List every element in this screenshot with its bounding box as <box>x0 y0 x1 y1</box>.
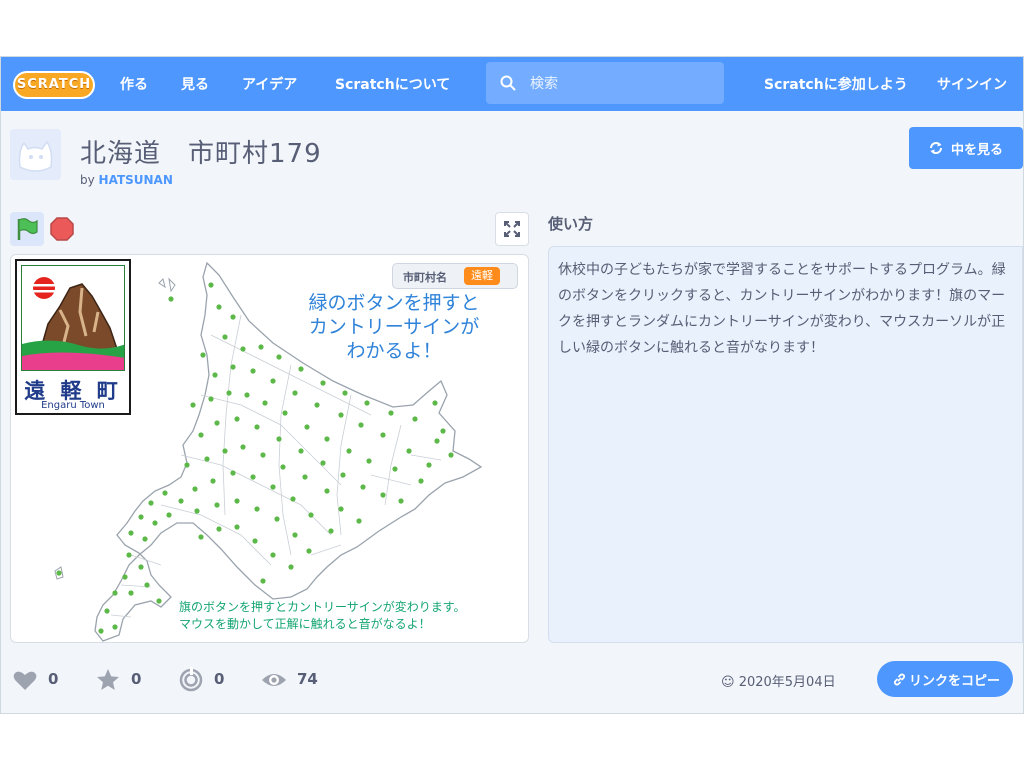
nav-explore[interactable]: 見る <box>181 74 209 94</box>
sign-in-link[interactable]: サインイン <box>937 74 1007 94</box>
fullscreen-button[interactable] <box>495 212 529 246</box>
see-inside-label: 中を見る <box>951 143 1004 158</box>
stage-hint-sub: 旗のボタンを押すとカントリーサインが変わります。 マウスを動かして正解に触れると… <box>179 599 519 633</box>
hint-main-line: わかるよ！ <box>346 340 442 362</box>
love-stat[interactable]: 0 <box>12 667 72 693</box>
instructions-heading: 使い方 <box>548 215 594 233</box>
favorite-stat[interactable]: 0 <box>95 667 155 693</box>
municipality-value: 遠軽 <box>464 267 500 285</box>
municipality-label: 市町村名 <box>403 271 447 284</box>
views-stat: 74 <box>261 667 331 693</box>
eye-icon <box>262 674 286 686</box>
stage-hint-main: 緑のボタンを押すと カントリーサインが わかるよ！ <box>281 291 507 363</box>
date-icon: ☺ <box>721 675 735 690</box>
view-count: 74 <box>297 670 318 688</box>
nav-ideas[interactable]: アイデア <box>242 74 297 94</box>
sign-illustration <box>21 265 125 371</box>
heart-icon <box>13 671 37 690</box>
hint-sub-line: マウスを動かして正解に触れると音がなるよ！ <box>179 617 431 631</box>
stop-button[interactable] <box>49 216 75 242</box>
project-byline: by HATSUNAN <box>80 173 173 187</box>
cat-avatar-icon <box>10 129 61 180</box>
country-sign: 遠 軽 町 Engaru Town <box>15 259 131 415</box>
scratch-logo[interactable]: SCRATCH <box>13 71 95 99</box>
see-inside-button[interactable]: 中を見る <box>909 127 1023 169</box>
author-avatar[interactable] <box>10 129 61 180</box>
share-date: ☺ 2020年5月04日 <box>721 671 836 690</box>
project-page: SCRATCH 作る 見る アイデア Scratchについて Scratchに参… <box>0 56 1024 714</box>
star-icon <box>97 669 119 690</box>
love-count: 0 <box>48 670 59 688</box>
hint-sub-line: 旗のボタンを押すとカントリーサインが変わります。 <box>179 600 466 614</box>
instructions-text: 休校中の子どもたちが家で学習することをサポートするプログラム。緑のボタンをクリッ… <box>548 246 1023 643</box>
mountain-sun-icon <box>22 266 124 370</box>
green-flag-icon <box>17 218 38 240</box>
search-box[interactable] <box>486 62 724 104</box>
remix-arrows-icon <box>930 142 942 154</box>
green-flag-button[interactable] <box>10 212 44 246</box>
remix-stat: 0 <box>178 667 238 693</box>
remix-count: 0 <box>214 670 225 688</box>
hint-main-line: カントリーサインが <box>308 316 480 338</box>
project-title: 北海道 市町村179 <box>80 139 322 169</box>
municipality-monitor: 市町村名 遠軽 <box>392 263 518 289</box>
nav-create[interactable]: 作る <box>120 74 148 94</box>
top-nav: SCRATCH 作る 見る アイデア Scratchについて Scratchに参… <box>1 57 1023 111</box>
hint-main-line: 緑のボタンを押すと <box>308 292 480 314</box>
nav-about[interactable]: Scratchについて <box>335 74 450 94</box>
sign-town-english: Engaru Town <box>41 400 105 411</box>
copy-link-label: リンクをコピー <box>909 674 1001 689</box>
remix-icon <box>179 667 203 692</box>
search-icon <box>500 75 516 91</box>
author-link[interactable]: HATSUNAN <box>99 173 173 187</box>
favorite-count: 0 <box>131 670 142 688</box>
stop-sign-icon <box>50 217 74 241</box>
copy-link-button[interactable]: リンクをコピー <box>877 661 1013 697</box>
link-icon <box>893 673 906 686</box>
fullscreen-icon <box>504 221 520 237</box>
date-text: 2020年5月04日 <box>738 675 836 690</box>
project-stage[interactable]: 遠 軽 町 Engaru Town 市町村名 遠軽 緑のボタンを押すと カントリ… <box>10 254 529 643</box>
search-input[interactable] <box>528 72 717 96</box>
by-label: by <box>80 173 95 187</box>
join-scratch-link[interactable]: Scratchに参加しよう <box>764 74 908 94</box>
